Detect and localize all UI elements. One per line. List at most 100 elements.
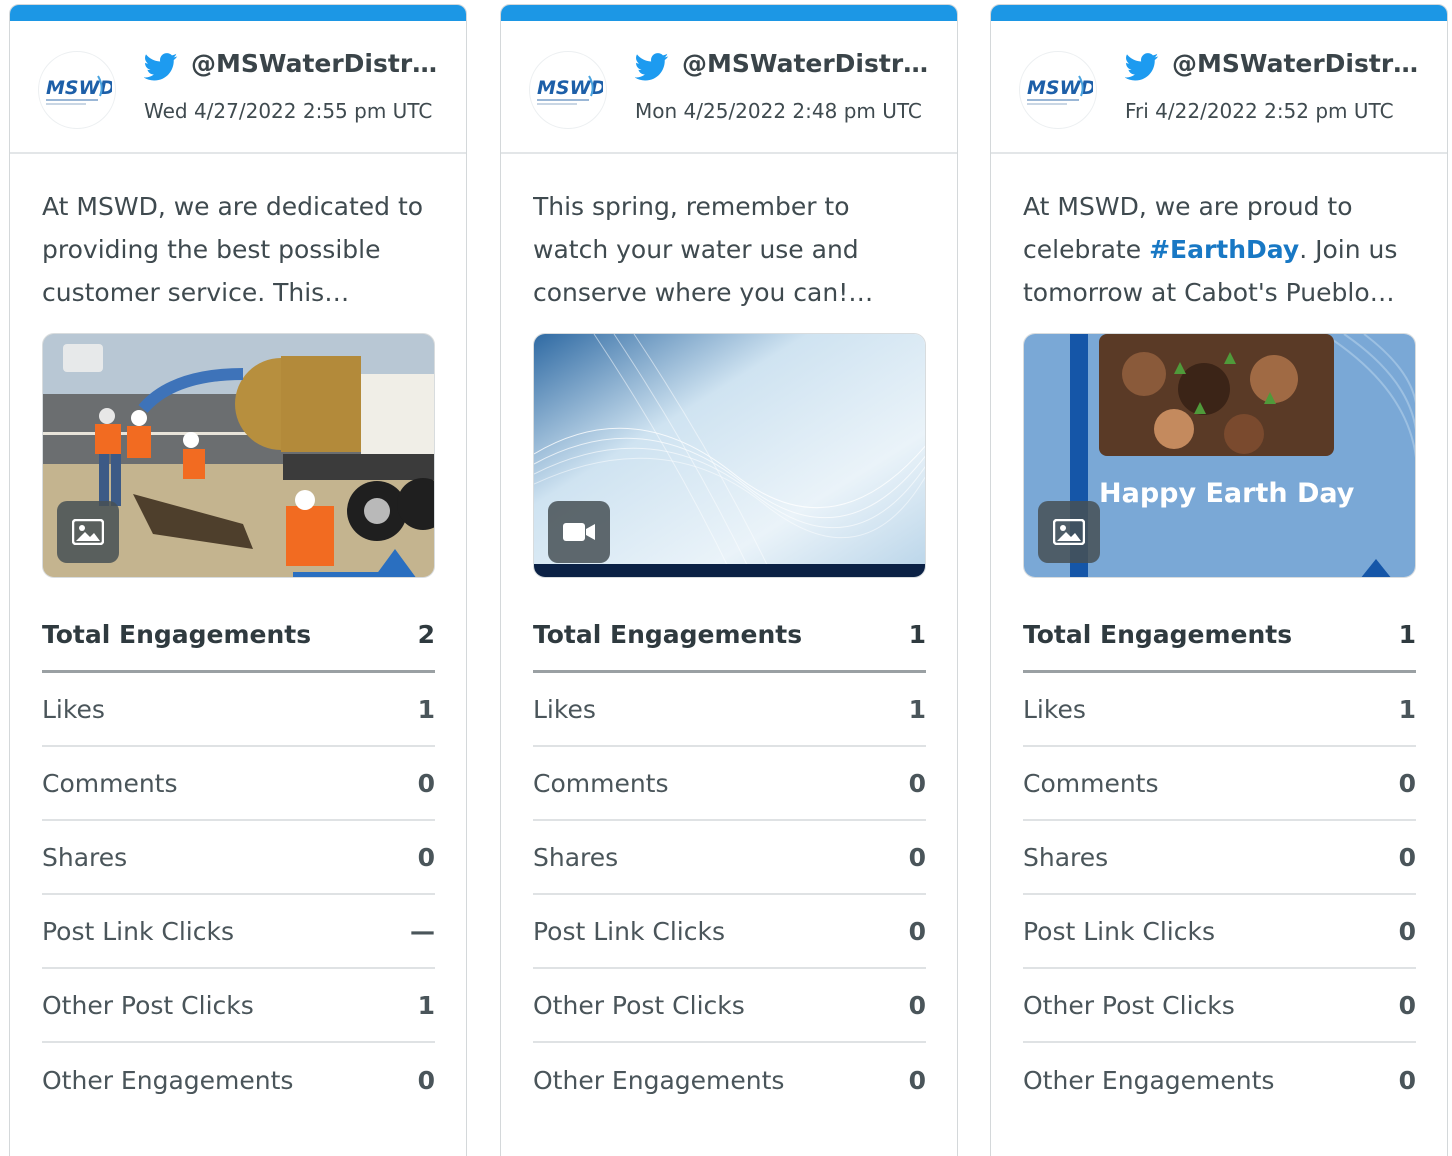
post-card[interactable]: MSWD @MSWaterDistrict Wed 4/27/2022 2:55… [9, 4, 467, 1156]
metric-value: 1 [1398, 694, 1416, 724]
twitter-icon [1125, 53, 1159, 81]
account-handle[interactable]: @MSWaterDistrict [191, 49, 441, 78]
post-text-line: At MSWD, we are proud to [1023, 192, 1353, 221]
metric-label: Shares [533, 842, 619, 872]
metric-other-post-clicks: Other Post Clicks 0 [1023, 969, 1416, 1043]
post-text-line: providing the best possible [42, 235, 381, 264]
post-text-line: watch your water use and [533, 235, 859, 264]
metric-label: Comments [42, 768, 178, 798]
metric-shares: Shares 0 [533, 821, 926, 895]
metric-comments: Comments 0 [533, 747, 926, 821]
post-media-video[interactable] [533, 333, 926, 578]
engagement-metrics: Total Engagements 2 Likes 1 Comments 0 S… [42, 599, 435, 1117]
post-text-line: conserve where you can!… [533, 278, 874, 307]
metric-value: — [410, 916, 435, 946]
metric-label: Other Engagements [42, 1065, 294, 1095]
metric-label: Comments [533, 768, 669, 798]
metric-value: 0 [1398, 768, 1416, 798]
metric-value: 1 [1398, 620, 1416, 649]
metric-label: Post Link Clicks [1023, 916, 1215, 946]
image-icon [1038, 501, 1100, 563]
metric-value: 0 [417, 1065, 435, 1095]
metric-label: Likes [533, 694, 596, 724]
card-accent-bar [10, 5, 466, 21]
post-timestamp: Mon 4/25/2022 2:48 pm UTC [635, 99, 922, 123]
metric-value: 0 [417, 842, 435, 872]
metric-label: Other Post Clicks [1023, 990, 1235, 1020]
metric-likes: Likes 1 [533, 673, 926, 747]
metric-label: Post Link Clicks [42, 916, 234, 946]
avatar[interactable]: MSWD [1019, 51, 1097, 129]
metric-label: Shares [1023, 842, 1109, 872]
avatar[interactable]: MSWD [529, 51, 607, 129]
metric-total-engagements: Total Engagements 1 [533, 599, 926, 673]
metric-other-post-clicks: Other Post Clicks 1 [42, 969, 435, 1043]
metric-value: 0 [908, 768, 926, 798]
metric-value: 0 [908, 842, 926, 872]
avatar[interactable]: MSWD [38, 51, 116, 129]
mswd-logo: MSWD [537, 75, 603, 105]
metric-comments: Comments 0 [42, 747, 435, 821]
post-header: MSWD @MSWaterDistrict Fri 4/22/2022 2:52… [991, 21, 1447, 154]
metric-label: Other Post Clicks [42, 990, 254, 1020]
engagement-metrics: Total Engagements 1 Likes 1 Comments 0 S… [1023, 599, 1416, 1117]
metric-other-engagements: Other Engagements 0 [1023, 1043, 1416, 1117]
post-text-line: At MSWD, we are dedicated to [42, 192, 424, 221]
hashtag-link[interactable]: #EarthDay [1149, 235, 1299, 264]
post-text[interactable]: At MSWD, we are dedicated to providing t… [42, 185, 442, 314]
metric-shares: Shares 0 [42, 821, 435, 895]
post-timestamp: Wed 4/27/2022 2:55 pm UTC [144, 99, 433, 123]
account-handle[interactable]: @MSWaterDistrict [682, 49, 932, 78]
metric-value: 0 [908, 990, 926, 1020]
card-accent-bar [501, 5, 957, 21]
engagement-metrics: Total Engagements 1 Likes 1 Comments 0 S… [533, 599, 926, 1117]
post-media-photo[interactable] [42, 333, 435, 578]
twitter-icon [635, 53, 669, 81]
mswd-logo: MSWD [1027, 75, 1093, 105]
post-text[interactable]: At MSWD, we are proud to celebrate #Eart… [1023, 185, 1423, 314]
post-timestamp: Fri 4/22/2022 2:52 pm UTC [1125, 99, 1394, 123]
twitter-icon [144, 53, 178, 81]
metric-post-link-clicks: Post Link Clicks 0 [533, 895, 926, 969]
metric-label: Other Post Clicks [533, 990, 745, 1020]
post-card[interactable]: MSWD @MSWaterDistrict Mon 4/25/2022 2:48… [500, 4, 958, 1156]
metric-value: 1 [417, 694, 435, 724]
image-icon [57, 501, 119, 563]
post-media-photo[interactable]: Happy Earth Day [1023, 333, 1416, 578]
metric-value: 1 [908, 694, 926, 724]
metric-other-engagements: Other Engagements 0 [533, 1043, 926, 1117]
metric-label: Other Engagements [1023, 1065, 1275, 1095]
post-text[interactable]: This spring, remember to watch your wate… [533, 185, 933, 314]
metric-value: 0 [1398, 842, 1416, 872]
post-card[interactable]: MSWD @MSWaterDistrict Fri 4/22/2022 2:52… [990, 4, 1448, 1156]
metric-likes: Likes 1 [1023, 673, 1416, 747]
post-header: MSWD @MSWaterDistrict Wed 4/27/2022 2:55… [10, 21, 466, 154]
metric-label: Post Link Clicks [533, 916, 725, 946]
metric-label: Total Engagements [533, 620, 803, 649]
metric-label: Comments [1023, 768, 1159, 798]
metric-value: 0 [908, 1065, 926, 1095]
post-text-line: celebrate #EarthDay. Join us [1023, 228, 1423, 271]
metric-label: Other Engagements [533, 1065, 785, 1095]
metric-label: Total Engagements [42, 620, 312, 649]
metric-shares: Shares 0 [1023, 821, 1416, 895]
metric-label: Likes [1023, 694, 1086, 724]
post-header: MSWD @MSWaterDistrict Mon 4/25/2022 2:48… [501, 21, 957, 154]
metric-label: Total Engagements [1023, 620, 1293, 649]
account-handle[interactable]: @MSWaterDistrict [1172, 49, 1422, 78]
metric-label: Shares [42, 842, 128, 872]
metric-comments: Comments 0 [1023, 747, 1416, 821]
post-text-line: customer service. This… [42, 278, 350, 307]
metric-other-post-clicks: Other Post Clicks 0 [533, 969, 926, 1043]
metric-total-engagements: Total Engagements 1 [1023, 599, 1416, 673]
metric-value: 0 [1398, 916, 1416, 946]
metric-value: 2 [417, 620, 435, 649]
post-text-fragment: . Join us [1299, 235, 1398, 264]
metric-other-engagements: Other Engagements 0 [42, 1043, 435, 1117]
video-icon [548, 501, 610, 563]
metric-likes: Likes 1 [42, 673, 435, 747]
metric-post-link-clicks: Post Link Clicks 0 [1023, 895, 1416, 969]
metric-value: 0 [1398, 990, 1416, 1020]
metric-post-link-clicks: Post Link Clicks — [42, 895, 435, 969]
metric-value: 1 [908, 620, 926, 649]
